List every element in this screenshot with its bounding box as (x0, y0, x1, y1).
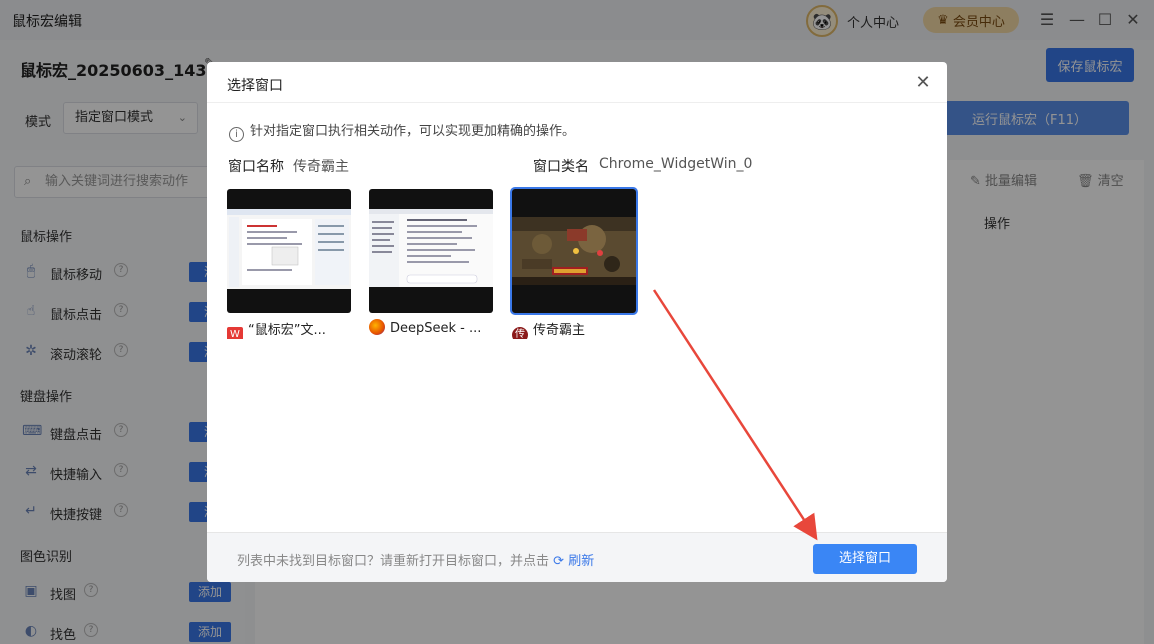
window-caption-text: 传奇霸主 (533, 323, 586, 338)
close-icon[interactable]: ✕ (912, 72, 934, 94)
refresh-icon: ⟳ (553, 554, 565, 569)
dialog-title: 选择窗口 (227, 78, 283, 94)
window-name-label: 窗口名称 (228, 159, 284, 175)
dialog-footer: 列表中未找到目标窗口？请重新打开目标窗口，并点击 ⟳ 刷新 选择窗口 (207, 532, 947, 582)
window-caption: W “鼠标宏”文... (227, 319, 351, 339)
window-caption: 传传奇霸主 (512, 319, 636, 339)
window-caption-text: DeepSeek - ... (390, 321, 482, 336)
window-caption: DeepSeek - ... (369, 319, 493, 339)
footer-hint-text: 列表中未找到目标窗口？请重新打开目标窗口，并点击 (237, 554, 550, 569)
window-class-value: Chrome_WidgetWin_0 (599, 156, 753, 172)
footer-hint: 列表中未找到目标窗口？请重新打开目标窗口，并点击 ⟳ 刷新 (237, 550, 594, 569)
window-class-label: 窗口类名 (533, 159, 589, 175)
window-card-deepseek[interactable]: DeepSeek - ... (369, 189, 493, 339)
select-window-dialog: 选择窗口 ✕ i 针对指定窗口执行相关动作，可以实现更加精确的操作。 窗口名称 传… (207, 62, 947, 582)
game-icon: 传 (512, 327, 528, 339)
info-icon: i (229, 127, 244, 142)
select-window-button[interactable]: 选择窗口 (813, 544, 917, 574)
window-card-game[interactable]: 传传奇霸主 (510, 187, 638, 339)
firefox-icon (369, 319, 385, 335)
info-text: 针对指定窗口执行相关动作，可以实现更加精确的操作。 (250, 124, 576, 139)
window-name-value: 传奇霸主 (293, 159, 349, 175)
refresh-label: 刷新 (568, 554, 595, 569)
window-thumbnail (510, 187, 638, 315)
window-caption-text: “鼠标宏”文... (248, 323, 326, 338)
dialog-info: i 针对指定窗口执行相关动作，可以实现更加精确的操作。 (229, 120, 575, 142)
window-thumbnail (369, 189, 493, 313)
window-thumbnail (227, 189, 351, 313)
wps-icon: W (227, 327, 243, 339)
refresh-button[interactable]: ⟳ 刷新 (553, 554, 594, 569)
dialog-header: 选择窗口 ✕ (207, 62, 947, 103)
window-card-wps[interactable]: W “鼠标宏”文... (227, 189, 351, 339)
